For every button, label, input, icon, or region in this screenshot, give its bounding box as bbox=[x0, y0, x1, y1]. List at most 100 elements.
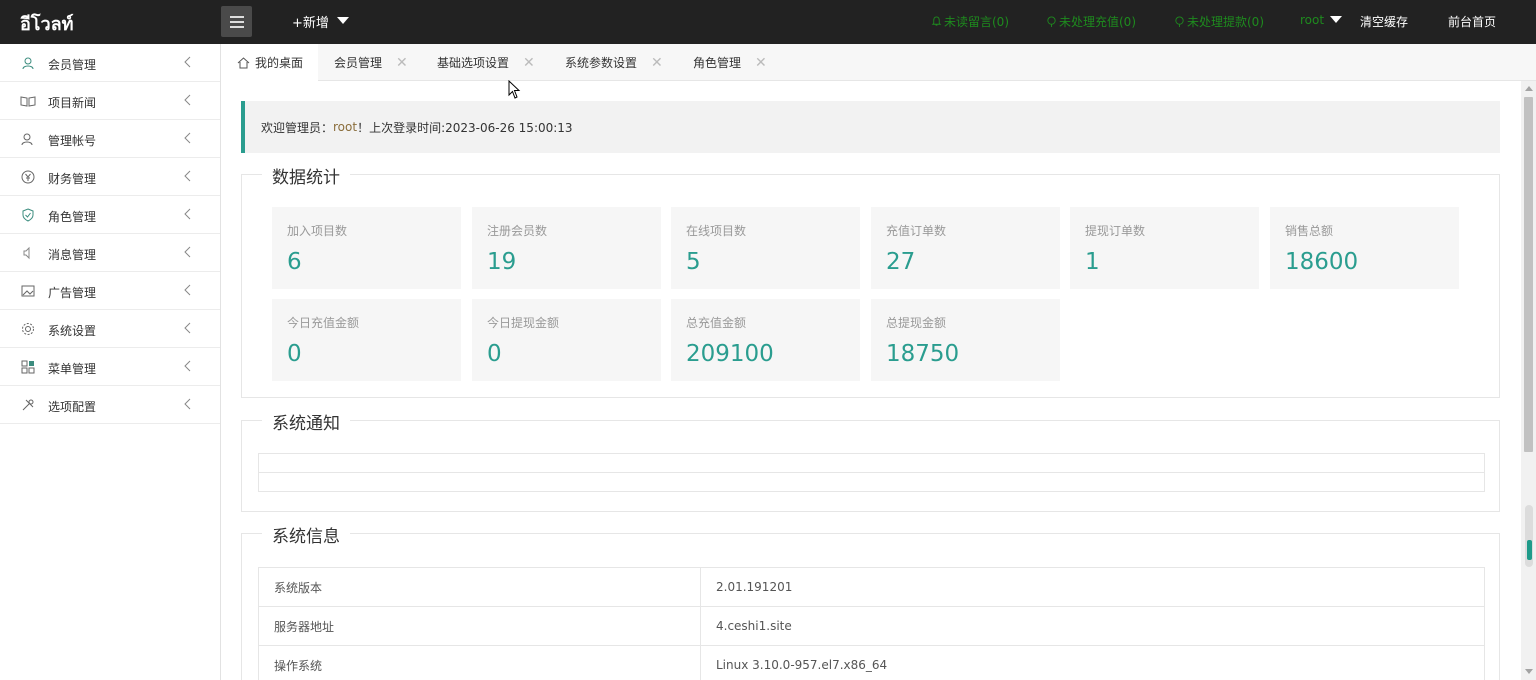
sidebar-item-finance[interactable]: 财务管理 bbox=[0, 158, 220, 196]
tab-label: 角色管理 bbox=[693, 56, 742, 70]
sidebar: 会员管理 项目新闻 管理帐号 财务管理 角色管理 消息管理 广告管理 系统设置 bbox=[0, 44, 221, 680]
stat-value: 1 bbox=[1085, 249, 1100, 275]
sidebar-item-label: 会员管理 bbox=[48, 58, 97, 72]
add-new-menu[interactable]: +新增 bbox=[292, 12, 349, 31]
stat-card: 销售总额 18600 bbox=[1270, 207, 1459, 289]
image-icon bbox=[20, 283, 36, 299]
sidebar-item-options[interactable]: 选项配置 bbox=[0, 386, 220, 424]
menu-toggle-button[interactable] bbox=[221, 6, 252, 37]
user-menu[interactable]: root bbox=[1300, 13, 1343, 27]
user-icon bbox=[20, 55, 36, 71]
location-icon bbox=[1047, 16, 1056, 27]
notice-section: 系统通知 bbox=[241, 409, 1500, 512]
pending-withdraw-label: 未处理提款(0) bbox=[1187, 15, 1264, 29]
welcome-banner: 欢迎管理员： root ！上次登录时间:2023-06-26 15:00:13 bbox=[241, 101, 1500, 153]
tab-label: 我的桌面 bbox=[255, 56, 304, 70]
chevron-left-icon bbox=[184, 56, 191, 68]
stats-title: 数据统计 bbox=[262, 163, 350, 188]
notice-table bbox=[258, 453, 1485, 492]
sidebar-item-menus[interactable]: 菜单管理 bbox=[0, 348, 220, 386]
chevron-left-icon bbox=[184, 132, 191, 144]
stat-label: 在线项目数 bbox=[686, 224, 747, 238]
admin-icon bbox=[20, 131, 36, 147]
tab-basic-options[interactable]: 基础选项设置 ✕ bbox=[437, 44, 535, 81]
sidebar-item-ads[interactable]: 广告管理 bbox=[0, 272, 220, 310]
shield-icon bbox=[20, 207, 36, 223]
tab-label: 基础选项设置 bbox=[437, 56, 510, 70]
stat-label: 充值订单数 bbox=[886, 224, 947, 238]
sidebar-item-label: 选项配置 bbox=[48, 400, 97, 414]
scroll-thumb[interactable] bbox=[1524, 97, 1533, 452]
chevron-left-icon bbox=[184, 284, 191, 296]
unread-messages-link[interactable]: 未读留言(0) bbox=[931, 13, 1009, 30]
pending-recharge-link[interactable]: 未处理充值(0) bbox=[1046, 13, 1136, 30]
pending-recharge-label: 未处理充值(0) bbox=[1059, 15, 1136, 29]
hamburger-icon bbox=[229, 15, 244, 28]
sidebar-item-members[interactable]: 会员管理 bbox=[0, 44, 220, 82]
caret-down-icon bbox=[336, 17, 349, 24]
chevron-left-icon bbox=[184, 246, 191, 258]
close-icon[interactable]: ✕ bbox=[755, 55, 767, 71]
stat-label: 加入项目数 bbox=[287, 224, 348, 238]
location-icon bbox=[1175, 16, 1184, 27]
stat-card: 总提现金额 18750 bbox=[871, 299, 1060, 381]
stat-value: 209100 bbox=[686, 341, 774, 367]
scroll-down-arrow-icon[interactable] bbox=[1525, 669, 1533, 674]
table-row bbox=[259, 454, 1484, 473]
book-icon bbox=[20, 93, 36, 109]
scroll-up-arrow-icon[interactable] bbox=[1525, 86, 1533, 91]
table-cell-key: 系统版本 bbox=[258, 567, 701, 607]
caret-down-icon bbox=[1330, 15, 1343, 23]
table-cell-value: 4.ceshi1.site bbox=[700, 606, 1485, 646]
sysinfo-title: 系统信息 bbox=[262, 522, 350, 547]
stat-card: 在线项目数 5 bbox=[671, 207, 860, 289]
sysinfo-section: 系统信息 系统版本 2.01.191201 服务器地址 4.ceshi1.sit… bbox=[241, 522, 1500, 680]
sidebar-item-system-settings[interactable]: 系统设置 bbox=[0, 310, 220, 348]
stat-value: 18600 bbox=[1285, 249, 1359, 275]
close-icon[interactable]: ✕ bbox=[396, 55, 408, 71]
chevron-left-icon bbox=[184, 322, 191, 334]
front-home-link[interactable]: 前台首页 bbox=[1448, 13, 1496, 30]
welcome-user: root bbox=[333, 120, 358, 134]
sidebar-item-label: 菜单管理 bbox=[48, 362, 97, 376]
app-logo[interactable]: อีโวลท์ bbox=[20, 9, 73, 38]
stat-label: 今日提现金额 bbox=[487, 316, 560, 330]
pending-withdraw-link[interactable]: 未处理提款(0) bbox=[1174, 13, 1264, 30]
stats-section: 数据统计 加入项目数 6 注册会员数 19 在线项目数 5 充值订单数 27 提… bbox=[241, 163, 1500, 398]
side-panel-handle-mark bbox=[1527, 540, 1532, 560]
sidebar-item-news[interactable]: 项目新闻 bbox=[0, 82, 220, 120]
sidebar-item-roles[interactable]: 角色管理 bbox=[0, 196, 220, 234]
tab-roles[interactable]: 角色管理 ✕ bbox=[693, 44, 767, 81]
vertical-scrollbar[interactable] bbox=[1521, 81, 1536, 680]
sidebar-item-label: 管理帐号 bbox=[48, 134, 97, 148]
speaker-icon bbox=[20, 245, 36, 261]
sidebar-item-label: 广告管理 bbox=[48, 286, 97, 300]
stat-card: 注册会员数 19 bbox=[472, 207, 661, 289]
stat-card: 提现订单数 1 bbox=[1070, 207, 1259, 289]
clear-cache-link[interactable]: 清空缓存 bbox=[1360, 13, 1408, 30]
stat-label: 总充值金额 bbox=[686, 316, 747, 330]
close-icon[interactable]: ✕ bbox=[523, 55, 535, 71]
tab-my-desktop[interactable]: 我的桌面 bbox=[221, 44, 318, 81]
stat-label: 总提现金额 bbox=[886, 316, 947, 330]
sidebar-item-admin-accounts[interactable]: 管理帐号 bbox=[0, 120, 220, 158]
table-row: 系统版本 2.01.191201 bbox=[258, 567, 1485, 607]
tab-system-params[interactable]: 系统参数设置 ✕ bbox=[565, 44, 663, 81]
sidebar-item-messages[interactable]: 消息管理 bbox=[0, 234, 220, 272]
stat-card: 加入项目数 6 bbox=[272, 207, 461, 289]
stat-label: 提现订单数 bbox=[1085, 224, 1146, 238]
main-content: 欢迎管理员： root ！上次登录时间:2023-06-26 15:00:13 … bbox=[221, 81, 1521, 680]
welcome-prefix: 欢迎管理员： bbox=[261, 120, 334, 135]
tab-members[interactable]: 会员管理 ✕ bbox=[334, 44, 408, 81]
tab-label: 会员管理 bbox=[334, 56, 383, 70]
stat-value: 6 bbox=[287, 249, 302, 275]
stat-value: 0 bbox=[487, 341, 502, 367]
gear-icon bbox=[20, 321, 36, 337]
mouse-cursor-icon bbox=[508, 80, 521, 99]
stat-card: 总充值金额 209100 bbox=[671, 299, 860, 381]
close-icon[interactable]: ✕ bbox=[651, 55, 663, 71]
stat-value: 5 bbox=[686, 249, 701, 275]
welcome-suffix: ！上次登录时间:2023-06-26 15:00:13 bbox=[357, 120, 573, 135]
chevron-left-icon bbox=[184, 398, 191, 410]
stat-value: 27 bbox=[886, 249, 916, 275]
